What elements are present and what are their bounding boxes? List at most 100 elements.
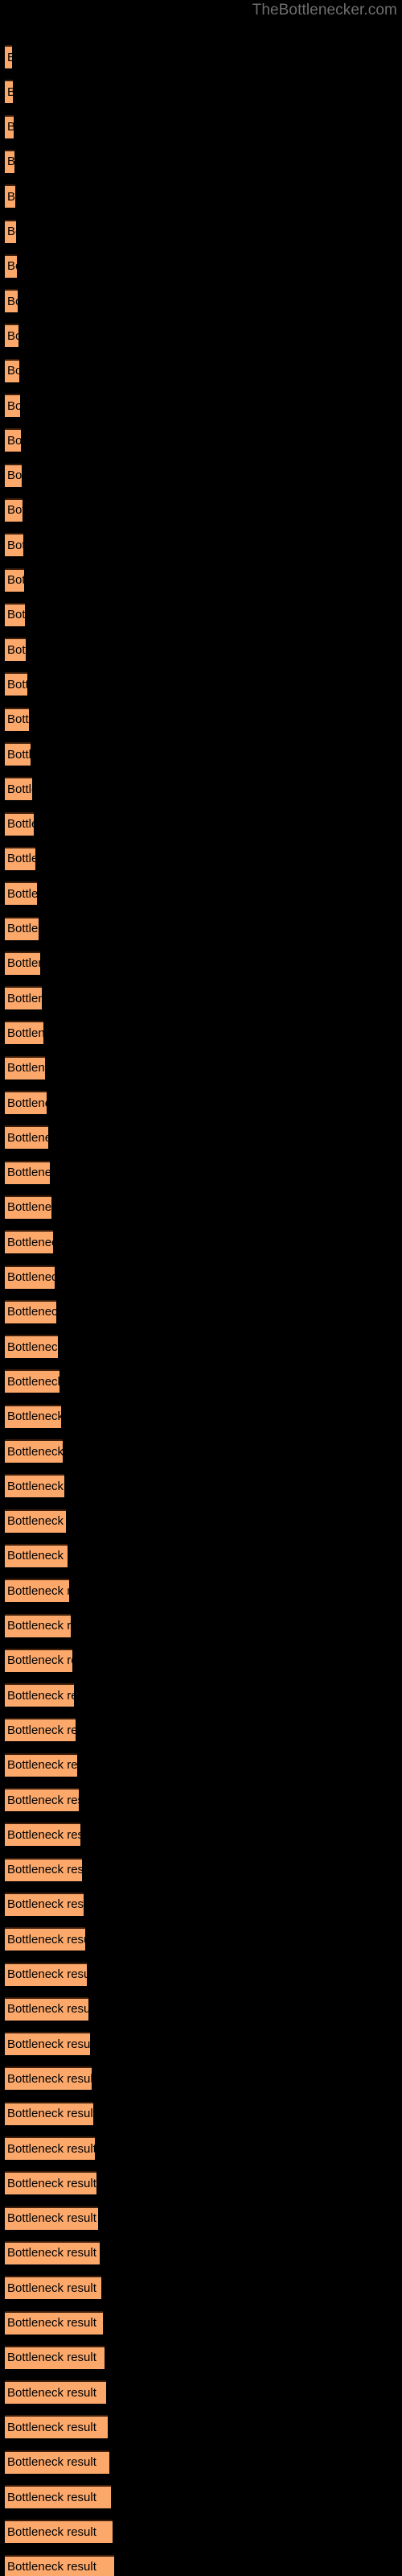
bar-label: Bottleneck result <box>7 2351 96 2365</box>
chart-bar[interactable]: Bottleneck result <box>5 1683 74 1707</box>
chart-bar[interactable]: Bottleneck result <box>5 1718 76 1742</box>
bar-label: Bottleneck result <box>7 155 14 168</box>
bar-label: Bottleneck result <box>7 1619 71 1633</box>
bar-label: Bottleneck result <box>7 1270 55 1284</box>
chart-bar[interactable]: Bottleneck result <box>5 2554 114 2576</box>
bar-label: Bottleneck result <box>7 51 12 64</box>
chart-bar[interactable]: Bottleneck result <box>5 916 39 940</box>
chart-bar[interactable]: Bottleneck result <box>5 1509 66 1533</box>
chart-bar[interactable]: Bottleneck result <box>5 1195 51 1219</box>
bar-label: Bottleneck result <box>7 1932 85 1946</box>
chart-bar[interactable]: Bottleneck result <box>5 1125 48 1150</box>
chart-bar[interactable]: Bottleneck result <box>5 986 42 1010</box>
bar-label: Bottleneck result <box>7 469 22 483</box>
chart-bar[interactable]: Bottleneck result <box>5 2380 106 2405</box>
chart-bar[interactable]: Bottleneck result <box>5 1091 47 1114</box>
chart-bar[interactable]: Bottleneck result <box>5 1648 72 1672</box>
chart-bar[interactable]: Bottleneck result <box>5 1927 85 1951</box>
bar-label: Bottleneck result <box>7 2524 96 2539</box>
chart-bar[interactable]: Bottleneck result <box>5 254 17 278</box>
chart-bar[interactable]: Bottleneck result <box>5 777 32 801</box>
chart-bar[interactable]: Bottleneck result <box>5 1369 59 1393</box>
chart-bar[interactable]: Bottleneck result <box>5 2066 92 2091</box>
chart-bar[interactable]: Bottleneck result <box>5 1857 82 1881</box>
chart-bar[interactable]: Bottleneck result <box>5 324 18 348</box>
chart-bar[interactable]: Bottleneck result <box>5 219 16 243</box>
chart-bar[interactable]: Bottleneck result <box>5 811 34 836</box>
chart-bar[interactable]: Bottleneck result <box>5 672 27 696</box>
chart-bar[interactable]: Bottleneck result <box>5 1613 71 1637</box>
chart-bar[interactable]: Bottleneck result <box>5 2206 98 2230</box>
chart-bar[interactable]: Bottleneck result <box>5 1404 61 1428</box>
chart-bar[interactable]: Bottleneck result <box>5 428 21 452</box>
chart-bar[interactable]: Bottleneck result <box>5 1823 80 1847</box>
chart-bar[interactable]: Bottleneck result <box>5 742 31 766</box>
bar-label: Bottleneck result <box>7 2141 95 2156</box>
bar-label: Bottleneck result <box>7 1758 77 1773</box>
chart-bar[interactable]: Bottleneck result <box>5 1962 87 1986</box>
chart-bar[interactable]: Bottleneck result <box>5 1055 45 1080</box>
chart-bar[interactable]: Bottleneck result <box>5 1439 63 1463</box>
bar-label: Bottleneck result <box>7 1026 43 1040</box>
bar-label: Bottleneck result <box>7 817 34 832</box>
chart-bar[interactable]: Bottleneck result <box>5 289 18 313</box>
chart-bar[interactable]: Bottleneck result <box>5 2032 90 2056</box>
chart-bar[interactable]: Bottleneck result <box>5 1579 69 1603</box>
chart-bar[interactable]: Bottleneck result <box>5 394 20 417</box>
chart-bar[interactable]: Bottleneck result <box>5 951 40 975</box>
bar-label: Bottleneck result <box>7 1723 76 1737</box>
chart-bar[interactable]: Bottleneck result <box>5 1160 50 1184</box>
chart-bar[interactable]: Bottleneck result <box>5 2276 101 2300</box>
chart-bar[interactable]: Bottleneck result <box>5 1230 53 1254</box>
chart-bar[interactable]: Bottleneck result <box>5 2310 103 2334</box>
chart-bar[interactable]: Bottleneck result <box>5 1543 68 1567</box>
bar-label: Bottleneck result <box>7 503 23 518</box>
chart-bar[interactable]: Bottleneck result <box>5 463 22 487</box>
chart-bar[interactable]: Bottleneck result <box>5 533 23 557</box>
chart-bar[interactable]: Bottleneck result <box>5 707 29 731</box>
chart-bar[interactable]: Bottleneck result <box>5 80 13 104</box>
chart-bar[interactable]: Bottleneck result <box>5 846 35 870</box>
chart-bar[interactable]: Bottleneck result <box>5 114 14 138</box>
bar-label: Bottleneck result <box>7 1410 61 1424</box>
chart-bar[interactable]: Bottleneck result <box>5 2520 113 2544</box>
chart-bar[interactable]: Bottleneck result <box>5 2240 100 2264</box>
bar-label: Bottleneck result <box>7 2176 96 2190</box>
chart-bar[interactable]: Bottleneck result <box>5 2171 96 2195</box>
bar-label: Bottleneck result <box>7 2281 96 2295</box>
chart-bar[interactable]: Bottleneck result <box>5 184 15 208</box>
chart-bar[interactable]: Bottleneck result <box>5 45 12 68</box>
chart-bar[interactable]: Bottleneck result <box>5 1299 56 1323</box>
chart-bar[interactable]: Bottleneck result <box>5 881 37 906</box>
chart-bar[interactable]: Bottleneck result <box>5 1996 88 2021</box>
bar-label: Bottleneck result <box>7 886 37 901</box>
chart-bar[interactable]: Bottleneck result <box>5 1265 55 1289</box>
bar-label: Bottleneck result <box>7 328 18 343</box>
chart-bar[interactable]: Bottleneck result <box>5 2136 95 2160</box>
chart-bar[interactable]: Bottleneck result <box>5 638 26 662</box>
chart-bar[interactable]: Bottleneck result <box>5 1788 79 1811</box>
bar-label: Bottleneck result <box>7 1827 80 1842</box>
chart-bar[interactable]: Bottleneck result <box>5 2101 93 2125</box>
chart-bar[interactable]: Bottleneck result <box>5 1021 43 1045</box>
chart-bar[interactable]: Bottleneck result <box>5 1335 58 1359</box>
chart-bar[interactable]: Bottleneck result <box>5 2450 109 2474</box>
chart-bar[interactable]: Bottleneck result <box>5 149 14 173</box>
chart-bar[interactable]: Bottleneck result <box>5 358 19 382</box>
chart-bar[interactable]: Bottleneck result <box>5 602 25 626</box>
chart-bar[interactable]: Bottleneck result <box>5 497 23 522</box>
chart-bar[interactable]: Bottleneck result <box>5 2485 111 2508</box>
chart-bar[interactable]: Bottleneck result <box>5 2415 108 2439</box>
chart-bar[interactable]: Bottleneck result <box>5 568 24 592</box>
bar-label: Bottleneck result <box>7 121 14 134</box>
bar-label: Bottleneck result <box>7 2037 90 2051</box>
bar-label: Bottleneck result <box>7 1130 48 1145</box>
chart-bar[interactable]: Bottleneck result <box>5 1892 84 1916</box>
bar-label: Bottleneck result <box>7 1688 74 1703</box>
chart-bar[interactable]: Bottleneck result <box>5 1474 64 1498</box>
bar-label: Bottleneck result <box>7 1340 58 1354</box>
bar-label: Bottleneck result <box>7 85 13 99</box>
chart-bar[interactable]: Bottleneck result <box>5 1752 77 1777</box>
bottleneck-chart: TheBottlenecker.com Bottleneck resultBot… <box>0 0 402 2576</box>
chart-bar[interactable]: Bottleneck result <box>5 2345 105 2369</box>
